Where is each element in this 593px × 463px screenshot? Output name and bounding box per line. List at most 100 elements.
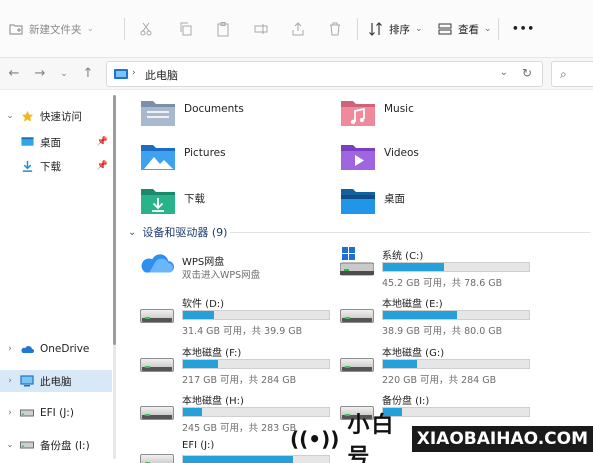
chevron-down-icon[interactable]: ⌄: [128, 227, 136, 238]
group-divider: [230, 232, 590, 233]
group-title: 设备和驱动器 (9): [142, 226, 228, 239]
chevron-down-icon[interactable]: ⌄: [500, 67, 508, 78]
refresh-icon[interactable]: ↻: [522, 66, 532, 80]
sidebar-item-desktop[interactable]: 桌面 📌: [0, 131, 112, 153]
drive-e[interactable]: 本地磁盘 (E:) 38.9 GB 可用，共 80.0 GB: [340, 295, 540, 337]
music-folder-icon: [341, 101, 375, 126]
search-input[interactable]: ⌕: [551, 61, 593, 87]
drive-icon: [20, 406, 34, 420]
up-arrow-icon[interactable]: ↑: [80, 66, 96, 82]
drive-usage-fill: [183, 456, 293, 463]
folder-label: Documents: [184, 103, 244, 115]
devices-group-header[interactable]: ⌄ 设备和驱动器 (9): [128, 224, 227, 240]
toolbar-divider: [124, 18, 125, 40]
folder-videos[interactable]: Videos: [340, 141, 540, 179]
trash-icon: [330, 22, 340, 36]
rename-button[interactable]: [253, 16, 269, 42]
sidebar-item-label: 下载: [40, 160, 61, 173]
folder-documents[interactable]: Documents: [140, 97, 340, 135]
view-label: 查看: [458, 23, 479, 36]
folder-downloads[interactable]: 下载: [140, 185, 340, 223]
drive-d[interactable]: 软件 (D:) 31.4 GB 可用，共 39.9 GB: [140, 295, 340, 337]
chevron-down-icon: ⌄: [86, 24, 95, 34]
folder-label: Music: [384, 103, 414, 115]
drive-f[interactable]: 本地磁盘 (F:) 217 GB 可用，共 284 GB: [140, 344, 340, 386]
more-label: •••: [512, 23, 536, 35]
pin-icon[interactable]: 📌: [97, 137, 108, 147]
drive-info: 31.4 GB 可用，共 39.9 GB: [182, 326, 303, 337]
folder-music[interactable]: Music: [340, 97, 540, 135]
paste-button[interactable]: [215, 16, 231, 42]
drive-usage-bar: [382, 262, 530, 272]
drive-wps[interactable]: WPS网盘 双击进入WPS网盘: [140, 251, 340, 291]
copy-icon: [180, 22, 192, 36]
drive-label: 系统 (C:): [382, 251, 424, 262]
chevron-down-icon[interactable]: ⌄: [4, 111, 16, 121]
folder-label: 桌面: [384, 193, 405, 205]
drive-c[interactable]: 系统 (C:) 45.2 GB 可用，共 78.6 GB: [339, 247, 540, 289]
breadcrumb[interactable]: 此电脑: [145, 67, 178, 83]
drive-usage-fill: [383, 311, 458, 319]
view-button[interactable]: 查看 ⌄: [437, 16, 492, 42]
sidebar-item-backup-i[interactable]: ⌄ 备份盘 (I:): [0, 434, 112, 456]
drive-label: 本地磁盘 (G:): [382, 348, 445, 359]
folder-label: 下载: [184, 193, 205, 205]
desktop-folder-icon: [20, 135, 34, 149]
drive-label: 本地磁盘 (H:): [182, 396, 244, 407]
download-folder-icon: [141, 189, 175, 214]
scrollbar-thumb[interactable]: [113, 95, 116, 345]
more-button[interactable]: •••: [512, 16, 535, 42]
chevron-right-icon[interactable]: ›: [4, 376, 16, 386]
drive-icon: [140, 356, 174, 374]
drive-g[interactable]: 本地磁盘 (G:) 220 GB 可用，共 284 GB: [340, 344, 540, 386]
pin-icon[interactable]: 📌: [97, 161, 108, 171]
sidebar-item-label: 备份盘 (I:): [40, 439, 90, 452]
cloud-icon: [20, 342, 34, 356]
pictures-folder-icon: [141, 145, 175, 170]
drive-label: EFI (J:): [182, 440, 215, 451]
sidebar-item-quick-access[interactable]: ⌄ 快速访问: [0, 105, 112, 127]
chevron-right-icon[interactable]: ›: [132, 68, 136, 78]
sidebar-item-this-pc[interactable]: › 此电脑: [0, 370, 112, 392]
folder-pictures[interactable]: Pictures: [140, 141, 340, 179]
recent-dropdown-icon[interactable]: ⌄: [56, 66, 72, 82]
chevron-down-icon: ⌄: [415, 24, 423, 34]
sidebar-item-label: 快速访问: [40, 110, 82, 123]
search-icon: ⌕: [560, 67, 567, 81]
back-arrow-icon[interactable]: ←: [6, 66, 22, 82]
toolbar-divider: [498, 18, 499, 40]
drive-usage-fill: [183, 360, 219, 368]
download-folder-icon: [20, 159, 34, 173]
drive-label: 本地磁盘 (F:): [182, 348, 242, 359]
drive-usage-fill: [183, 311, 214, 319]
share-button[interactable]: [290, 16, 306, 42]
new-folder-button[interactable]: 新建文件夹 ⌄: [8, 16, 94, 42]
sidebar-item-downloads[interactable]: 下载 📌: [0, 155, 112, 177]
chevron-right-icon[interactable]: ›: [4, 408, 16, 418]
watermark: ((•)) 小白号 XIAOBAIHAO.COM: [290, 413, 593, 463]
chevron-down-icon[interactable]: ⌄: [4, 440, 16, 450]
new-folder-label: 新建文件夹: [29, 23, 82, 36]
drive-usage-bar: [382, 359, 530, 369]
folder-desktop[interactable]: 桌面: [340, 185, 540, 223]
drive-info: 双击进入WPS网盘: [182, 270, 261, 281]
watermark-text: 小白号: [347, 413, 396, 463]
delete-button[interactable]: [327, 16, 343, 42]
sidebar-item-efi-j[interactable]: › EFI (J:): [0, 402, 112, 424]
sort-button[interactable]: 排序 ⌄: [368, 16, 423, 42]
sidebar-item-label: 此电脑: [40, 375, 72, 388]
drive-usage-fill: [183, 408, 202, 416]
address-bar[interactable]: › 此电脑 ⌄ ↻: [106, 61, 543, 87]
watermark-domain: XIAOBAIHAO.COM: [411, 426, 593, 452]
chevron-right-icon[interactable]: ›: [4, 344, 16, 354]
drive-label: 软件 (D:): [182, 299, 225, 310]
cut-button[interactable]: [138, 16, 154, 42]
drive-icon: [140, 307, 174, 325]
forward-arrow-icon[interactable]: →: [32, 66, 48, 82]
sidebar-scrollbar[interactable]: [113, 95, 116, 459]
drive-label: 备份盘 (I:): [382, 396, 430, 407]
sidebar-item-onedrive[interactable]: › OneDrive: [0, 338, 112, 360]
drive-info: 45.2 GB 可用，共 78.6 GB: [382, 278, 503, 289]
copy-button[interactable]: [178, 16, 194, 42]
documents-folder-icon: [141, 101, 175, 126]
